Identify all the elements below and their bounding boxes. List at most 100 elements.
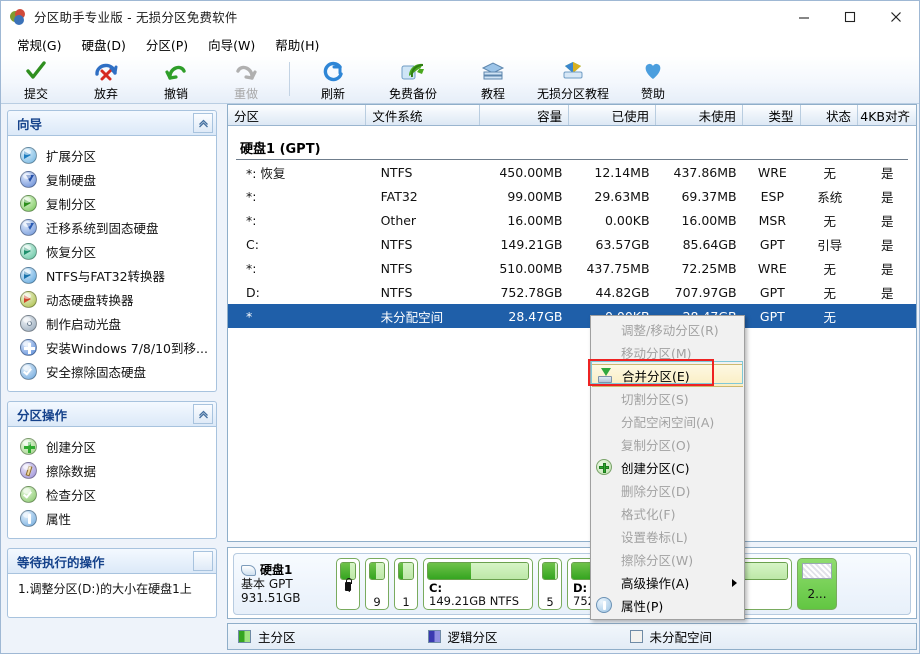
cell-filesystem: NTFS [367, 261, 481, 276]
toolbar-lossless-tutorial[interactable]: 无损分区教程 [528, 59, 618, 103]
pending-panel-title: 等待执行的操作 [8, 552, 105, 571]
sidebar-item-recover-partition[interactable]: 恢复分区 [8, 239, 216, 263]
cell-filesystem: NTFS [367, 285, 481, 300]
context-menu-item-advanced[interactable]: 高级操作(A) [591, 571, 744, 594]
sidebar-item-properties[interactable]: 属性 [8, 506, 216, 530]
sidebar-item-dynamic-disk[interactable]: 动态硬盘转换器 [8, 287, 216, 311]
chevron-up-icon[interactable] [193, 404, 213, 424]
close-button[interactable] [873, 1, 919, 33]
table-row[interactable]: *: NTFS 510.00MB 437.75MB 72.25MB WRE 无 … [228, 256, 916, 280]
column-header-capacity[interactable]: 容量 [480, 105, 569, 125]
convert-fs-icon [20, 267, 37, 284]
sidebar-item-copy-partition[interactable]: 复制分区 [8, 191, 216, 215]
menu-help[interactable]: 帮助(H) [265, 33, 329, 56]
table-row[interactable]: D: NTFS 752.78GB 44.82GB 707.97GB GPT 无 … [228, 280, 916, 304]
context-menu-item-set-label: 设置卷标(L) [591, 525, 744, 548]
chevron-up-icon[interactable] [193, 551, 213, 571]
toolbar: 提交 放弃 撤销 [1, 56, 919, 104]
sidebar-item-check-partition[interactable]: 检查分区 [8, 482, 216, 506]
column-header-filesystem[interactable]: 文件系统 [366, 105, 480, 125]
usage-bar [369, 562, 385, 580]
disk-info: 硬盘1 基本 GPT 931.51GB [239, 563, 331, 605]
sidebar-item-windows-to-go[interactable]: 安装Windows 7/8/10到移... [8, 335, 216, 359]
sidebar-item-extend-partition[interactable]: 扩展分区 [8, 143, 216, 167]
disk-strip[interactable]: 硬盘1 基本 GPT 931.51GB 4 9 1 [233, 553, 911, 615]
chevron-up-icon[interactable] [193, 113, 213, 133]
disk-group-label: 硬盘1 (GPT) [240, 138, 321, 157]
toolbar-commit[interactable]: 提交 [1, 59, 71, 103]
window-controls [781, 1, 919, 33]
sidebar-item-migrate-os[interactable]: 迁移系统到固态硬盘 [8, 215, 216, 239]
table-row[interactable]: C: NTFS 149.21GB 63.57GB 85.64GB GPT 引导 … [228, 232, 916, 256]
refresh-icon [321, 59, 345, 83]
cell-status: 无 [801, 307, 858, 326]
cell-type: GPT [744, 237, 801, 252]
menu-disk[interactable]: 硬盘(D) [71, 33, 135, 56]
context-menu-item-merge[interactable]: 合并分区(E) [592, 364, 743, 387]
toolbar-donate[interactable]: 赞助 [618, 59, 688, 103]
toolbar-tutorial[interactable]: 教程 [458, 59, 528, 103]
check-partition-icon [20, 486, 37, 503]
cell-partition: D: [228, 285, 367, 300]
column-header-type[interactable]: 类型 [743, 105, 800, 125]
cell-partition: * [228, 309, 367, 324]
menu-wizard[interactable]: 向导(W) [198, 33, 265, 56]
column-header-status[interactable]: 状态 [801, 105, 858, 125]
sidebar-label: 动态硬盘转换器 [46, 290, 134, 309]
shield-icon [560, 59, 586, 83]
disk-partition-block[interactable]: 4 [336, 558, 360, 610]
disk-partition-block[interactable]: 9 [365, 558, 389, 610]
context-menu-item-create[interactable]: 创建分区(C) [591, 456, 744, 479]
wizard-panel: 向导 扩展分区 复制硬盘 复制分区 [7, 110, 217, 392]
cell-unused: 85.64GB [657, 237, 744, 252]
sidebar-label: 制作启动光盘 [46, 314, 121, 333]
table-row[interactable]: *: FAT32 99.00MB 29.63MB 69.37MB ESP 系统 … [228, 184, 916, 208]
wizard-panel-title: 向导 [8, 114, 42, 133]
legend-swatch-primary [238, 630, 251, 643]
toolbar-free-backup[interactable]: 免费备份 [368, 59, 458, 103]
sidebar-item-create-partition[interactable]: 创建分区 [8, 434, 216, 458]
menu-partition[interactable]: 分区(P) [136, 33, 198, 56]
toolbar-discard[interactable]: 放弃 [71, 59, 141, 103]
sidebar-item-convert-fs[interactable]: NTFS与FAT32转换器 [8, 263, 216, 287]
toolbar-redo: 重做 [211, 59, 281, 103]
table-row[interactable]: *: 恢复 NTFS 450.00MB 12.14MB 437.86MB WRE… [228, 160, 916, 184]
disk-partition-block[interactable]: C: 149.21GB NTFS [423, 558, 533, 610]
sidebar-item-bootable-cd[interactable]: 制作启动光盘 [8, 311, 216, 335]
wizard-panel-header: 向导 [7, 110, 217, 136]
table-row-selected[interactable]: * 未分配空间 28.47GB 0.00KB 28.47GB GPT 无 [228, 304, 916, 328]
sidebar-item-copy-disk[interactable]: 复制硬盘 [8, 167, 216, 191]
column-header-unused[interactable]: 未使用 [656, 105, 743, 125]
cell-used: 437.75MB [569, 261, 656, 276]
disk-partition-block-unallocated[interactable]: 2... [797, 558, 837, 610]
sidebar-item-wipe-data[interactable]: 擦除数据 [8, 458, 216, 482]
context-menu-item-split: 切割分区(S) [591, 387, 744, 410]
context-menu-item-format: 格式化(F) [591, 502, 744, 525]
cell-aligned: 是 [859, 259, 916, 278]
sidebar-item-secure-erase[interactable]: 安全擦除固态硬盘 [8, 359, 216, 383]
column-header-4k-aligned[interactable]: 4KB对齐 [858, 105, 916, 125]
menu-general[interactable]: 常规(G) [7, 33, 71, 56]
check-icon [24, 59, 48, 83]
lock-icon [345, 582, 351, 591]
properties-icon [596, 597, 613, 614]
properties-icon [20, 510, 37, 527]
usage-bar [542, 562, 558, 580]
context-menu-item-allocate-free-space: 分配空闲空间(A) [591, 410, 744, 433]
toolbar-undo[interactable]: 撤销 [141, 59, 211, 103]
column-header-used[interactable]: 已使用 [569, 105, 656, 125]
legend-label: 逻辑分区 [448, 627, 498, 646]
disk-partition-block[interactable]: 5 [538, 558, 562, 610]
toolbar-refresh[interactable]: 刷新 [298, 59, 368, 103]
cell-filesystem: Other [367, 213, 481, 228]
column-header-partition[interactable]: 分区 [228, 105, 366, 125]
table-row[interactable]: *: Other 16.00MB 0.00KB 16.00MB MSR 无 是 [228, 208, 916, 232]
cell-capacity: 28.47GB [480, 309, 569, 324]
disk-partition-block[interactable]: 1 [394, 558, 418, 610]
context-menu-item-properties[interactable]: 属性(P) [591, 594, 744, 617]
pending-panel-header: 等待执行的操作 [7, 548, 217, 574]
maximize-button[interactable] [827, 1, 873, 33]
sidebar-label: NTFS与FAT32转换器 [46, 266, 165, 285]
toolbar-refresh-label: 刷新 [321, 85, 345, 102]
minimize-button[interactable] [781, 1, 827, 33]
